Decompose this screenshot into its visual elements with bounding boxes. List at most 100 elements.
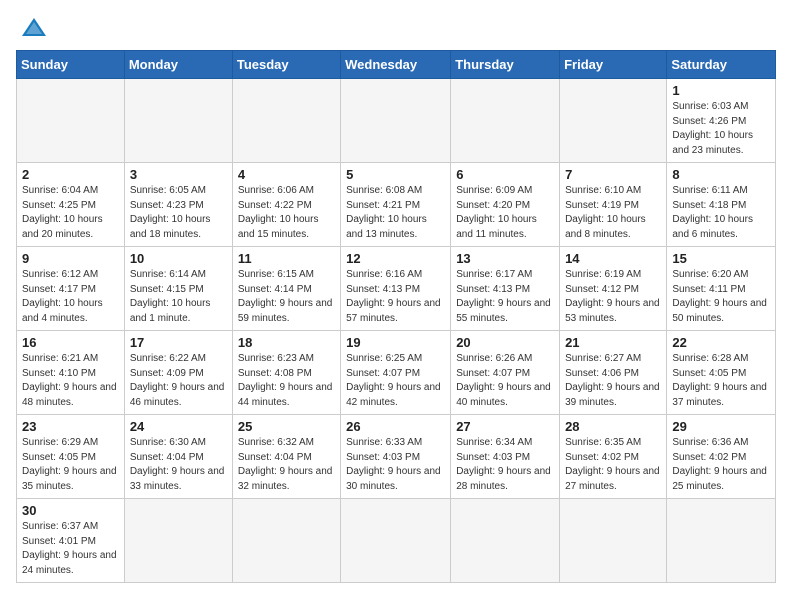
calendar-cell: 4 Sunrise: 6:06 AM Sunset: 4:22 PM Daylig…: [232, 163, 340, 247]
day-info: Sunrise: 6:37 AM Sunset: 4:01 PM Dayligh…: [22, 520, 119, 578]
day-number: 23: [22, 419, 119, 434]
day-info: Sunrise: 6:14 AM Sunset: 4:15 PM Dayligh…: [130, 268, 227, 326]
day-info: Sunrise: 6:05 AM Sunset: 4:23 PM Dayligh…: [130, 184, 227, 242]
calendar-cell: 22Sunrise: 6:28 AM Sunset: 4:05 PM Dayli…: [667, 331, 776, 415]
calendar-cell: 8 Sunrise: 6:11 AM Sunset: 4:18 PM Daylig…: [667, 163, 776, 247]
calendar-cell: 27 Sunrise: 6:34 AM Sunset: 4:03 PM Dayli…: [451, 415, 560, 499]
day-info: Sunrise: 6:36 AM Sunset: 4:02 PM Dayligh…: [672, 436, 770, 494]
calendar-cell: 26 Sunrise: 6:33 AM Sunset: 4:03 PM Dayli…: [341, 415, 451, 499]
header: [16, 16, 776, 38]
calendar-cell: 9Sunrise: 6:12 AM Sunset: 4:17 PM Daylig…: [17, 247, 125, 331]
calendar-cell: 30 Sunrise: 6:37 AM Sunset: 4:01 PM Dayli…: [17, 499, 125, 583]
day-number: 6: [456, 167, 554, 182]
day-info: Sunrise: 6:30 AM Sunset: 4:04 PM Dayligh…: [130, 436, 227, 494]
day-number: 25: [238, 419, 335, 434]
day-number: 8: [672, 167, 770, 182]
day-number: 10: [130, 251, 227, 266]
col-header-sunday: Sunday: [17, 51, 125, 79]
calendar-cell: 25 Sunrise: 6:32 AM Sunset: 4:04 PM Dayli…: [232, 415, 340, 499]
day-number: 11: [238, 251, 335, 266]
day-number: 24: [130, 419, 227, 434]
day-info: Sunrise: 6:12 AM Sunset: 4:17 PM Dayligh…: [22, 268, 119, 326]
day-number: 7: [565, 167, 661, 182]
calendar-cell: 3 Sunrise: 6:05 AM Sunset: 4:23 PM Daylig…: [124, 163, 232, 247]
day-number: 17: [130, 335, 227, 350]
calendar-cell: [451, 499, 560, 583]
calendar-cell: 23 Sunrise: 6:29 AM Sunset: 4:05 PM Dayli…: [17, 415, 125, 499]
calendar-table: SundayMondayTuesdayWednesdayThursdayFrid…: [16, 50, 776, 583]
logo: [16, 16, 48, 38]
day-number: 20: [456, 335, 554, 350]
day-info: Sunrise: 6:03 AM Sunset: 4:26 PM Dayligh…: [672, 100, 770, 158]
day-info: Sunrise: 6:21 AM Sunset: 4:10 PM Dayligh…: [22, 352, 119, 410]
calendar-header-row: SundayMondayTuesdayWednesdayThursdayFrid…: [17, 51, 776, 79]
calendar-cell: 28Sunrise: 6:35 AM Sunset: 4:02 PM Dayli…: [560, 415, 667, 499]
day-number: 30: [22, 503, 119, 518]
calendar-cell: [124, 79, 232, 163]
day-number: 3: [130, 167, 227, 182]
calendar-cell: 2Sunrise: 6:04 AM Sunset: 4:25 PM Daylig…: [17, 163, 125, 247]
calendar-cell: 14Sunrise: 6:19 AM Sunset: 4:12 PM Dayli…: [560, 247, 667, 331]
calendar-cell: 6Sunrise: 6:09 AM Sunset: 4:20 PM Daylig…: [451, 163, 560, 247]
calendar-cell: 17 Sunrise: 6:22 AM Sunset: 4:09 PM Dayli…: [124, 331, 232, 415]
day-number: 13: [456, 251, 554, 266]
day-info: Sunrise: 6:28 AM Sunset: 4:05 PM Dayligh…: [672, 352, 770, 410]
day-info: Sunrise: 6:33 AM Sunset: 4:03 PM Dayligh…: [346, 436, 445, 494]
day-number: 4: [238, 167, 335, 182]
day-info: Sunrise: 6:34 AM Sunset: 4:03 PM Dayligh…: [456, 436, 554, 494]
col-header-saturday: Saturday: [667, 51, 776, 79]
day-number: 19: [346, 335, 445, 350]
day-info: Sunrise: 6:27 AM Sunset: 4:06 PM Dayligh…: [565, 352, 661, 410]
day-info: Sunrise: 6:08 AM Sunset: 4:21 PM Dayligh…: [346, 184, 445, 242]
calendar-cell: [341, 499, 451, 583]
calendar-cell: [451, 79, 560, 163]
page: SundayMondayTuesdayWednesdayThursdayFrid…: [0, 0, 792, 599]
day-info: Sunrise: 6:25 AM Sunset: 4:07 PM Dayligh…: [346, 352, 445, 410]
calendar-cell: 20 Sunrise: 6:26 AM Sunset: 4:07 PM Dayli…: [451, 331, 560, 415]
calendar-cell: [124, 499, 232, 583]
day-number: 27: [456, 419, 554, 434]
day-info: Sunrise: 6:10 AM Sunset: 4:19 PM Dayligh…: [565, 184, 661, 242]
calendar-week-row: 16 Sunrise: 6:21 AM Sunset: 4:10 PM Dayli…: [17, 331, 776, 415]
day-info: Sunrise: 6:32 AM Sunset: 4:04 PM Dayligh…: [238, 436, 335, 494]
calendar-cell: [17, 79, 125, 163]
day-number: 15: [672, 251, 770, 266]
calendar-cell: 12 Sunrise: 6:16 AM Sunset: 4:13 PM Dayli…: [341, 247, 451, 331]
day-info: Sunrise: 6:06 AM Sunset: 4:22 PM Dayligh…: [238, 184, 335, 242]
logo-text: [16, 16, 48, 38]
calendar-cell: [667, 499, 776, 583]
day-number: 12: [346, 251, 445, 266]
day-info: Sunrise: 6:19 AM Sunset: 4:12 PM Dayligh…: [565, 268, 661, 326]
calendar-cell: 5 Sunrise: 6:08 AM Sunset: 4:21 PM Daylig…: [341, 163, 451, 247]
calendar-cell: 11 Sunrise: 6:15 AM Sunset: 4:14 PM Dayli…: [232, 247, 340, 331]
day-info: Sunrise: 6:15 AM Sunset: 4:14 PM Dayligh…: [238, 268, 335, 326]
day-number: 29: [672, 419, 770, 434]
day-info: Sunrise: 6:11 AM Sunset: 4:18 PM Dayligh…: [672, 184, 770, 242]
calendar-cell: 10 Sunrise: 6:14 AM Sunset: 4:15 PM Dayli…: [124, 247, 232, 331]
day-number: 5: [346, 167, 445, 182]
calendar-cell: 15 Sunrise: 6:20 AM Sunset: 4:11 PM Dayli…: [667, 247, 776, 331]
calendar-cell: [232, 79, 340, 163]
day-info: Sunrise: 6:16 AM Sunset: 4:13 PM Dayligh…: [346, 268, 445, 326]
col-header-tuesday: Tuesday: [232, 51, 340, 79]
calendar-week-row: 9Sunrise: 6:12 AM Sunset: 4:17 PM Daylig…: [17, 247, 776, 331]
day-number: 1: [672, 83, 770, 98]
day-number: 26: [346, 419, 445, 434]
day-info: Sunrise: 6:22 AM Sunset: 4:09 PM Dayligh…: [130, 352, 227, 410]
day-info: Sunrise: 6:23 AM Sunset: 4:08 PM Dayligh…: [238, 352, 335, 410]
calendar-cell: [232, 499, 340, 583]
day-info: Sunrise: 6:29 AM Sunset: 4:05 PM Dayligh…: [22, 436, 119, 494]
day-number: 21: [565, 335, 661, 350]
day-info: Sunrise: 6:20 AM Sunset: 4:11 PM Dayligh…: [672, 268, 770, 326]
calendar-cell: [560, 499, 667, 583]
logo-icon: [20, 16, 48, 38]
calendar-week-row: 1 Sunrise: 6:03 AM Sunset: 4:26 PM Daylig…: [17, 79, 776, 163]
calendar-cell: 1 Sunrise: 6:03 AM Sunset: 4:26 PM Daylig…: [667, 79, 776, 163]
calendar-week-row: 30 Sunrise: 6:37 AM Sunset: 4:01 PM Dayli…: [17, 499, 776, 583]
col-header-thursday: Thursday: [451, 51, 560, 79]
calendar-cell: 21 Sunrise: 6:27 AM Sunset: 4:06 PM Dayli…: [560, 331, 667, 415]
calendar-cell: 29 Sunrise: 6:36 AM Sunset: 4:02 PM Dayli…: [667, 415, 776, 499]
day-info: Sunrise: 6:26 AM Sunset: 4:07 PM Dayligh…: [456, 352, 554, 410]
day-number: 16: [22, 335, 119, 350]
day-info: Sunrise: 6:35 AM Sunset: 4:02 PM Dayligh…: [565, 436, 661, 494]
